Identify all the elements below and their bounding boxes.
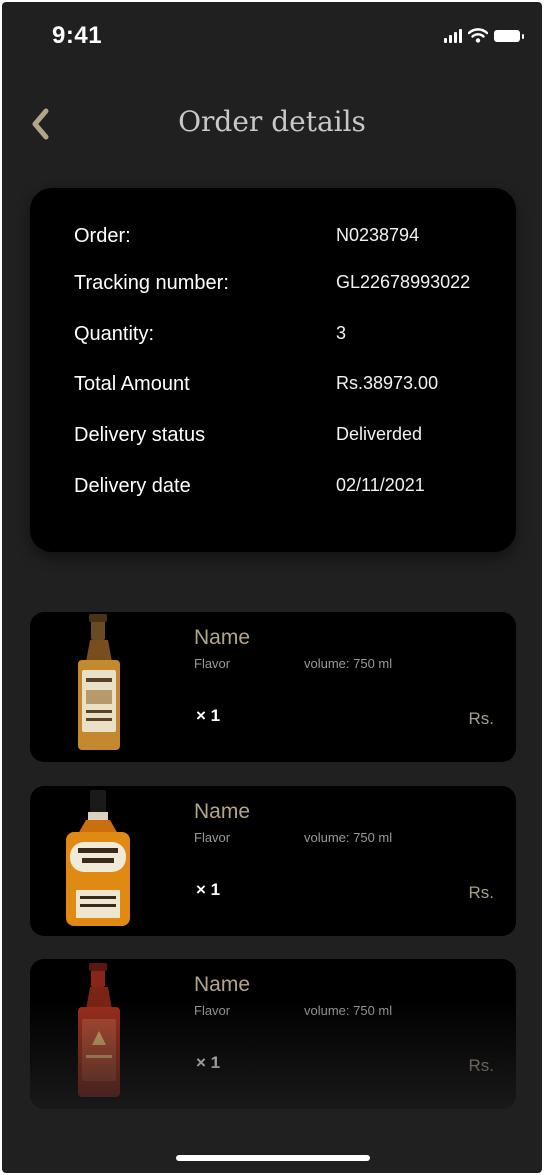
product-volume: volume: 750 ml xyxy=(304,830,393,845)
status-time: 9:41 xyxy=(52,22,103,49)
delivery-status-value: Deliverded xyxy=(336,424,423,444)
product-flavor: Flavor xyxy=(194,1003,231,1018)
quantity-row: Quantity: 3 xyxy=(30,323,516,353)
product-volume: volume: 750 ml xyxy=(304,1003,393,1018)
product-quantity: × 1 xyxy=(196,706,221,725)
whiskey-bottle-icon xyxy=(66,790,130,926)
delivery-date-value: 02/11/2021 xyxy=(336,475,425,495)
wifi-icon xyxy=(468,28,488,43)
product-card[interactable]: Name Flavor volume: 750 ml × 1 Rs. xyxy=(30,612,516,762)
total-amount-label: Total Amount xyxy=(74,373,190,395)
product-flavor: Flavor xyxy=(194,830,231,845)
product-price: Rs. xyxy=(468,709,495,728)
total-amount-value: Rs.38973.00 xyxy=(336,373,439,393)
quantity-label: Quantity: xyxy=(74,323,155,345)
phone-screen: 9:41 Order details Order: N0238794 Track… xyxy=(2,2,542,1173)
status-icons xyxy=(444,28,524,43)
tracking-value: GL22678993022 xyxy=(336,272,471,292)
product-quantity: × 1 xyxy=(196,880,221,899)
order-row: Order: N0238794 xyxy=(30,225,516,255)
whiskey-bottle-icon xyxy=(78,614,120,750)
product-flavor: Flavor xyxy=(194,656,231,671)
tracking-label: Tracking number: xyxy=(74,272,229,294)
whiskey-bottle-icon xyxy=(78,963,120,1097)
home-indicator[interactable] xyxy=(176,1155,370,1161)
product-name: Name xyxy=(194,973,251,996)
product-price: Rs. xyxy=(468,1056,495,1075)
order-value: N0238794 xyxy=(336,225,420,245)
delivery-status-row: Delivery status Deliverded xyxy=(30,424,516,454)
tracking-row: Tracking number: GL22678993022 xyxy=(30,272,516,302)
delivery-status-label: Delivery status xyxy=(74,424,206,446)
order-summary-card: Order: N0238794 Tracking number: GL22678… xyxy=(30,188,516,552)
signal-icon xyxy=(444,28,462,43)
product-price: Rs. xyxy=(468,883,495,902)
delivery-date-row: Delivery date 02/11/2021 xyxy=(30,475,516,505)
order-label: Order: xyxy=(74,225,131,247)
total-amount-row: Total Amount Rs.38973.00 xyxy=(30,373,516,403)
product-card[interactable]: Name Flavor volume: 750 ml × 1 Rs. xyxy=(30,786,516,936)
product-volume: volume: 750 ml xyxy=(304,656,393,671)
delivery-date-label: Delivery date xyxy=(74,475,191,497)
product-quantity: × 1 xyxy=(196,1053,221,1072)
page-title: Order details xyxy=(178,105,366,138)
product-name: Name xyxy=(194,800,251,823)
battery-icon xyxy=(494,29,524,42)
product-card[interactable]: Name Flavor volume: 750 ml × 1 Rs. xyxy=(30,959,516,1109)
quantity-value: 3 xyxy=(336,323,347,343)
product-name: Name xyxy=(194,626,251,649)
